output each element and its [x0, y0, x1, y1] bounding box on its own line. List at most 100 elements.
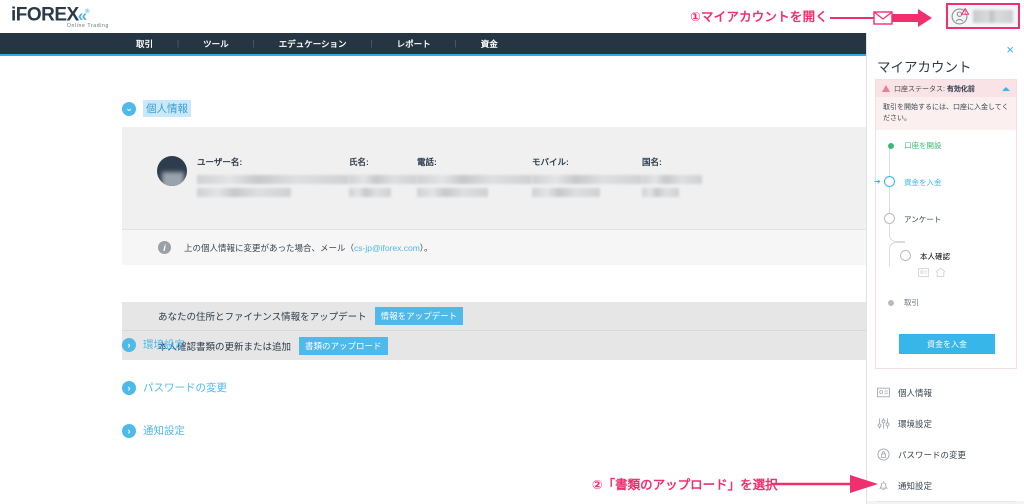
profile-field-country: 国名: — [642, 156, 702, 201]
account-status-header[interactable]: 口座ステータス: 有効化前 — [876, 80, 1016, 97]
profile-value-mobile-redacted-2 — [532, 188, 601, 197]
profile-value-country-redacted — [642, 175, 702, 184]
info-note-text: 上の個人情報に変更があった場合、メール（cs-jp@iforex.com）。 — [184, 242, 433, 254]
action-row-upload-docs: 本人確認書類の更新または追加 書類のアップロード — [122, 330, 866, 360]
caret-up-icon[interactable] — [1002, 86, 1010, 91]
step-ring-pending-icon — [900, 250, 911, 261]
lock-icon — [877, 448, 890, 461]
annotation-step-2: ②「書類のアップロード」を選択 — [570, 472, 880, 498]
sidebar-item-notifications[interactable]: 通知設定 — [867, 470, 1024, 501]
sidebar-label-preferences: 環境設定 — [898, 418, 933, 429]
annotation-step-2-text: ②「書類のアップロード」を選択 — [592, 478, 778, 492]
app-window: iFOREX« ® Online Trading ①マイアカウントを開く 取引 … — [0, 0, 1024, 504]
step-label-identity-verification: 本人確認 — [920, 252, 950, 261]
profile-field-mobile: モバイル: — [532, 156, 642, 201]
annotation-step-1-arrow-icon — [830, 8, 934, 33]
site-header: iFOREX« ® Online Trading ①マイアカウントを開く — [0, 0, 1024, 33]
step-ring-current-icon — [884, 176, 895, 187]
annotation-step-2-arrow-icon — [772, 475, 880, 498]
verification-doc-icons — [918, 265, 946, 278]
action-row-update-address: あなたの住所とファイナンス情報をアップデート 情報をアップデート — [122, 302, 866, 330]
main-content: ⌄ 個人情報 ユーザー名: 氏名: 電話: モバイル: 国名: i 上の個人情報… — [0, 56, 866, 504]
profile-field-phone: 電話: — [417, 156, 532, 201]
section-label-preferences: 環境設定 — [143, 339, 185, 351]
step-deposit-funds[interactable]: ➔ 資金を入金 — [874, 176, 1018, 214]
sidebar-label-change-password: パスワードの変更 — [898, 449, 967, 460]
section-header-notifications[interactable]: › 通知設定 — [122, 423, 185, 438]
step-open-account[interactable]: 口座を開設 — [876, 140, 1018, 177]
nav-item-tools[interactable]: ツール — [179, 38, 253, 50]
support-email-link[interactable]: cs-jp@iforex.com — [354, 243, 420, 253]
current-step-arrow-icon: ➔ — [874, 177, 881, 186]
step-label-deposit-funds: 資金を入金 — [904, 178, 942, 187]
step-trading[interactable]: 取引 — [876, 297, 1018, 334]
section-label-change-password: パスワードの変更 — [143, 382, 227, 394]
navbar-items: 取引 | ツール | エデュケーション | レポート | 資金 — [112, 33, 522, 54]
logo-wordmark: iFOREX« ® — [11, 3, 111, 26]
iforex-logo[interactable]: iFOREX« ® Online Trading — [11, 3, 111, 29]
profile-label-phone: 電話: — [417, 157, 437, 167]
nav-item-reports[interactable]: レポート — [373, 38, 455, 50]
avatar-redaction — [162, 172, 184, 186]
account-status-card: 口座ステータス: 有効化前 取引を開始するには、口座に入金してください。 口座を… — [874, 79, 1018, 369]
section-header-change-password[interactable]: › パスワードの変更 — [122, 380, 227, 395]
sidebar-item-personal-info[interactable]: 個人情報 — [867, 377, 1024, 408]
profile-value-fullname-redacted — [349, 175, 417, 184]
step-ring-pending-icon — [884, 213, 895, 224]
annotation-step-1-text: ①マイアカウントを開く — [690, 10, 828, 24]
logo-chevron-icon: « — [77, 6, 88, 26]
sidebar-label-personal-info: 個人情報 — [898, 387, 933, 398]
step-identity-verification[interactable]: 本人確認 — [876, 250, 1018, 297]
logo-registered-icon: ® — [85, 9, 90, 15]
my-account-sidebar: × マイアカウント 口座ステータス: 有効化前 取引を開始するには、口座に入金し… — [866, 33, 1024, 504]
profile-value-username-redacted-2 — [197, 188, 292, 197]
sliders-icon — [877, 417, 890, 430]
upload-documents-button[interactable]: 書類のアップロード — [299, 336, 388, 355]
account-status-value: 有効化前 — [946, 85, 975, 93]
nav-item-trading[interactable]: 取引 — [112, 38, 177, 50]
nav-item-education[interactable]: エデュケーション — [255, 38, 371, 50]
profile-field-fullname: 氏名: — [349, 156, 417, 201]
chevron-right-icon: › — [122, 337, 136, 352]
account-status-label: 口座ステータス: — [894, 85, 947, 93]
account-status-heading: 口座ステータス: 有効化前 — [894, 84, 975, 94]
profile-avatar — [157, 156, 187, 186]
sidebar-title: マイアカウント — [877, 60, 972, 75]
step-questionnaire[interactable]: アンケート — [876, 213, 1018, 251]
logo-text: FOREX — [15, 4, 79, 26]
id-card-icon — [877, 386, 890, 399]
user-name-redacted — [973, 9, 1013, 23]
nav-item-funds[interactable]: 資金 — [457, 38, 522, 50]
id-document-icon — [918, 265, 929, 278]
update-info-button[interactable]: 情報をアップデート — [374, 307, 464, 325]
onboarding-stepper: 口座を開設 ➔ 資金を入金 アンケート 本人確認 取引 — [874, 140, 1018, 334]
profile-card: ユーザー名: 氏名: 電話: モバイル: 国名: i 上の個人情報に変更があった… — [122, 127, 866, 265]
profile-fields-row: ユーザー名: 氏名: 電話: モバイル: 国名: — [157, 156, 702, 201]
profile-value-fullname-redacted-2 — [349, 188, 392, 197]
section-header-preferences[interactable]: › 環境設定 — [122, 337, 185, 352]
sidebar-item-change-password[interactable]: パスワードの変更 — [867, 439, 1024, 470]
warning-triangle-icon — [882, 85, 890, 92]
step-label-questionnaire: アンケート — [904, 215, 942, 224]
user-account-chip[interactable] — [946, 3, 1020, 29]
step-dot-locked-icon — [888, 300, 894, 306]
profile-value-phone-redacted-2 — [417, 188, 489, 197]
deposit-funds-button[interactable]: 資金を入金 — [899, 334, 995, 354]
profile-field-username: ユーザー名: — [197, 156, 349, 201]
step-dot-done-icon — [888, 143, 894, 149]
chevron-right-icon: › — [122, 380, 136, 395]
profile-value-phone-redacted — [417, 175, 532, 184]
profile-value-username-redacted — [197, 175, 349, 184]
sidebar-label-notifications: 通知設定 — [898, 480, 933, 491]
profile-label-mobile: モバイル: — [532, 157, 569, 167]
user-avatar-icon — [951, 7, 970, 26]
profile-info-note: i 上の個人情報に変更があった場合、メール（cs-jp@iforex.com）。 — [122, 229, 866, 265]
section-header-personal-info[interactable]: ⌄ 個人情報 — [122, 100, 191, 117]
sidebar-divider — [877, 501, 1015, 502]
close-icon[interactable]: × — [1006, 43, 1014, 56]
step-label-trading: 取引 — [904, 298, 919, 307]
info-note-prefix: 上の個人情報に変更があった場合、メール（ — [184, 242, 355, 253]
sidebar-menu: 個人情報 環境設定 パスワードの変更 通知設定 — [867, 377, 1024, 504]
sidebar-item-preferences[interactable]: 環境設定 — [867, 408, 1024, 439]
info-note-suffix: ）。 — [419, 242, 433, 253]
